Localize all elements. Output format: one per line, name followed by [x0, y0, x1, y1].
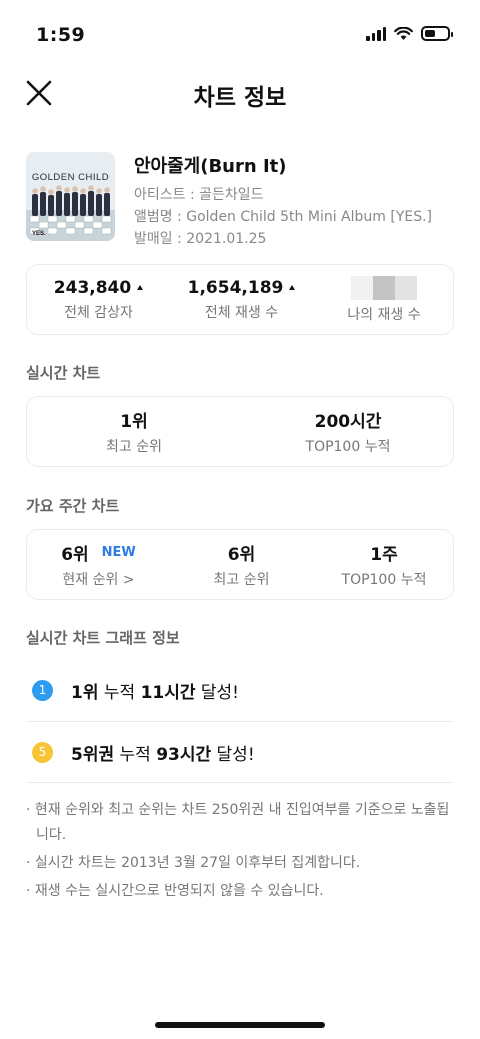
up-arrow-icon	[289, 285, 296, 290]
weekly-top100-value: 1주	[370, 545, 398, 565]
up-arrow-icon	[137, 285, 144, 290]
realtime-best-rank-label: 최고 순위	[106, 439, 162, 455]
note-item: · 재생 수는 실시간으로 반영되지 않을 수 있습니다.	[26, 883, 324, 899]
weekly-best-rank-label: 최고 순위	[213, 572, 270, 588]
note-item: · 현재 순위와 최고 순위는 차트 250위권 내 진입여부를 기준으로 노출…	[26, 802, 450, 843]
total-listeners-value: 243,840	[53, 277, 132, 298]
weekly-current-rank-value: 6위	[61, 545, 89, 565]
album-cover-tag: YES.	[32, 231, 46, 237]
song-info: GOLDEN CHILD YES. 안아줄게(Burn It) 아티스트 : 골…	[26, 152, 456, 247]
new-badge: NEW	[101, 545, 136, 560]
album-cover-text: GOLDEN CHILD	[31, 172, 110, 183]
song-release-date: 발매일 : 2021.01.25	[134, 231, 267, 247]
realtime-top100-label: TOP100 누적	[305, 439, 391, 455]
realtime-best-rank-value: 1위	[120, 412, 148, 432]
weekly-best-rank-value: 6위	[227, 545, 256, 565]
page-title: 차트 정보	[193, 85, 287, 111]
total-plays-stat: 1,654,189 전체 재생 수	[170, 265, 313, 334]
realtime-best-rank-stat: 1위 최고 순위	[27, 397, 241, 466]
total-listeners-label: 전체 감상자	[64, 304, 133, 321]
my-plays-stat: 나의 재생 수	[313, 265, 455, 334]
song-meta: 안아줄게(Burn It) 아티스트 : 골든차일드 앨범명 : Golden …	[134, 152, 432, 250]
battery-icon	[421, 26, 453, 41]
rank-badge-icon: 1	[32, 679, 53, 701]
home-indicator[interactable]	[155, 1022, 325, 1028]
realtime-top100-value: 200시간	[314, 412, 382, 432]
wifi-icon	[394, 26, 413, 40]
realtime-chart-title: 실시간 차트	[26, 364, 101, 382]
notes-list: · 현재 순위와 최고 순위는 차트 250위권 내 진입여부를 기준으로 노출…	[26, 798, 458, 907]
realtime-chart-card: 1위 최고 순위 200시간 TOP100 누적	[26, 396, 454, 467]
weekly-current-rank-link[interactable]: 현재 순위 >	[62, 569, 134, 589]
status-icons	[366, 26, 453, 41]
achievement-text: 1위 누적 11시간 달성!	[71, 682, 239, 703]
my-plays-value-blurred	[351, 275, 417, 300]
album-cover-art	[26, 152, 115, 241]
song-artist[interactable]: 아티스트 : 골든차일드	[134, 184, 432, 206]
total-plays-label: 전체 재생 수	[204, 304, 279, 321]
achievement-row: 5 5위권 누적 93시간 달성!	[26, 722, 454, 782]
status-bar: 1:59	[0, 0, 480, 70]
song-title[interactable]: 안아줄게(Burn It)	[134, 152, 432, 178]
my-plays-label: 나의 재생 수	[347, 306, 421, 323]
total-listeners-stat: 243,840 전체 감상자	[27, 265, 170, 334]
graph-info-title: 실시간 차트 그래프 정보	[26, 629, 180, 647]
weekly-best-rank-stat: 6위 최고 순위	[170, 530, 313, 599]
divider	[26, 782, 454, 783]
album-cover[interactable]: GOLDEN CHILD YES.	[26, 152, 115, 241]
weekly-chart-card: 6위 NEW 현재 순위 > 6위 최고 순위 1주 TOP100 누적	[26, 529, 454, 600]
summary-stats-card: 243,840 전체 감상자 1,654,189 전체 재생 수 나의 재생 수	[26, 264, 454, 335]
achievement-row: 1 1위 누적 11시간 달성!	[26, 660, 454, 720]
song-album[interactable]: 앨범명 : Golden Child 5th Mini Album [YES.]	[134, 206, 432, 228]
note-item: · 실시간 차트는 2013년 3월 27일 이후부터 집계합니다.	[26, 855, 361, 871]
weekly-top100-stat: 1주 TOP100 누적	[313, 530, 455, 599]
achievement-text: 5위권 누적 93시간 달성!	[71, 744, 255, 765]
weekly-chart-title: 가요 주간 차트	[26, 497, 120, 515]
status-time: 1:59	[36, 24, 86, 46]
realtime-top100-stat: 200시간 TOP100 누적	[241, 397, 455, 466]
weekly-current-rank-stat[interactable]: 6위 NEW 현재 순위 >	[27, 530, 170, 599]
weekly-top100-label: TOP100 누적	[341, 572, 427, 588]
rank-badge-icon: 5	[32, 741, 53, 763]
nav-header: 차트 정보	[0, 70, 480, 116]
total-plays-value: 1,654,189	[187, 277, 284, 298]
cellular-signal-icon	[366, 26, 386, 41]
